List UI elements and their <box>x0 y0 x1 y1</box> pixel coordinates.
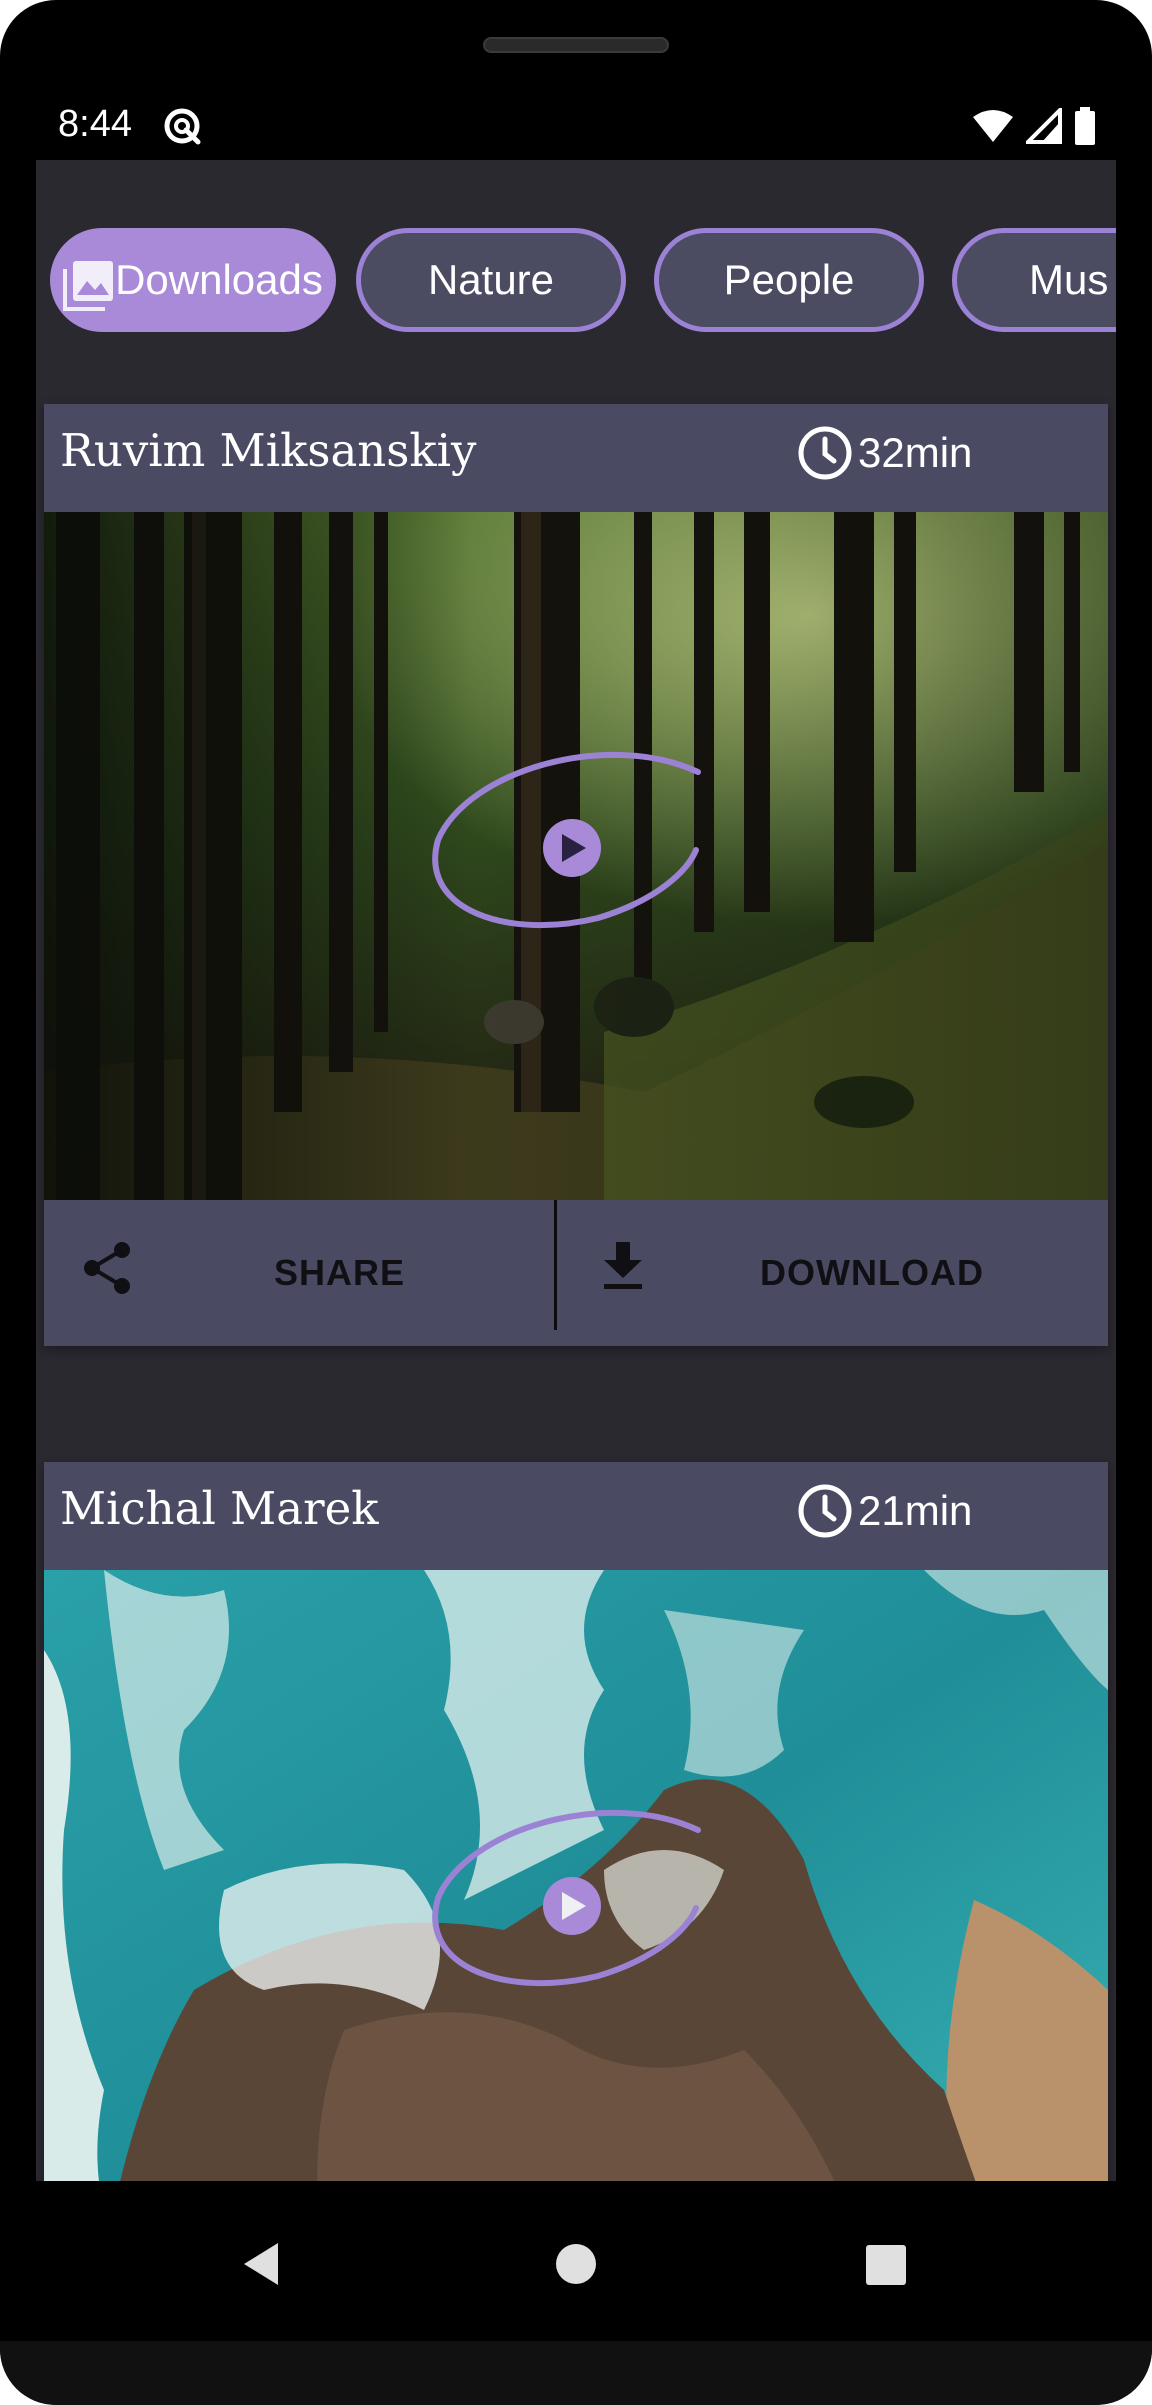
download-icon <box>604 1242 642 1289</box>
app-content: Downloads Nature People Mus Ruvim Miksan… <box>36 160 1116 2181</box>
status-right-icons <box>972 106 1096 146</box>
duration-label: 21min <box>858 1487 973 1534</box>
share-button[interactable]: SHARE <box>44 1200 554 1346</box>
app-notification-icon <box>164 108 201 145</box>
chip-label: Downloads <box>115 256 323 303</box>
play-button[interactable] <box>428 750 718 950</box>
author-name: Michal Marek <box>60 1482 379 1535</box>
video-thumbnail[interactable] <box>44 512 1108 1200</box>
video-thumbnail[interactable] <box>44 1570 1108 2181</box>
card-header: Ruvim Miksanskiy 32min <box>44 404 1108 512</box>
share-icon <box>84 1242 130 1294</box>
duration: 32min <box>796 424 972 482</box>
download-button[interactable]: DOWNLOAD <box>556 1200 1108 1346</box>
status-bar: 8:44 <box>36 68 1116 160</box>
chip-music[interactable]: Mus <box>952 228 1116 332</box>
download-label: DOWNLOAD <box>760 1252 984 1293</box>
card-header: Michal Marek 21min <box>44 1462 1108 1570</box>
signal-icon <box>1026 108 1062 144</box>
clock-icon <box>798 426 852 480</box>
photo-library-icon <box>63 261 113 311</box>
chip-people[interactable]: People <box>654 228 924 332</box>
earpiece-speaker <box>483 37 669 53</box>
author-name: Ruvim Miksanskiy <box>60 424 477 477</box>
video-card: Ruvim Miksanskiy 32min SHARE DOWNLOAD <box>44 404 1108 1346</box>
bottom-bezel <box>0 2341 1152 2405</box>
wifi-icon <box>973 110 1013 142</box>
battery-icon <box>1075 107 1095 145</box>
phone-frame: 8:44 Downloads Nature People Mus Ruvim M… <box>0 0 1152 2405</box>
chip-label: Mus <box>1029 256 1109 303</box>
video-card: Michal Marek 21min <box>44 1462 1108 2181</box>
play-button[interactable] <box>428 1808 718 2008</box>
chip-label: Nature <box>427 256 555 303</box>
duration-label: 32min <box>858 429 973 476</box>
recents-icon[interactable] <box>866 2245 906 2285</box>
screen: 8:44 Downloads Nature People Mus Ruvim M… <box>36 68 1116 2181</box>
share-label: SHARE <box>274 1252 406 1293</box>
system-nav-bar <box>0 2181 1152 2341</box>
card-actions: SHARE DOWNLOAD <box>44 1200 1108 1346</box>
status-time: 8:44 <box>58 103 132 145</box>
back-icon[interactable] <box>240 2241 282 2287</box>
chip-label: People <box>723 256 855 303</box>
chip-nature[interactable]: Nature <box>356 228 626 332</box>
chip-downloads[interactable]: Downloads <box>50 228 336 332</box>
duration: 21min <box>796 1482 972 1540</box>
category-chips: Downloads Nature People Mus <box>50 228 1116 338</box>
home-icon[interactable] <box>555 2243 597 2285</box>
clock-icon <box>798 1484 852 1538</box>
